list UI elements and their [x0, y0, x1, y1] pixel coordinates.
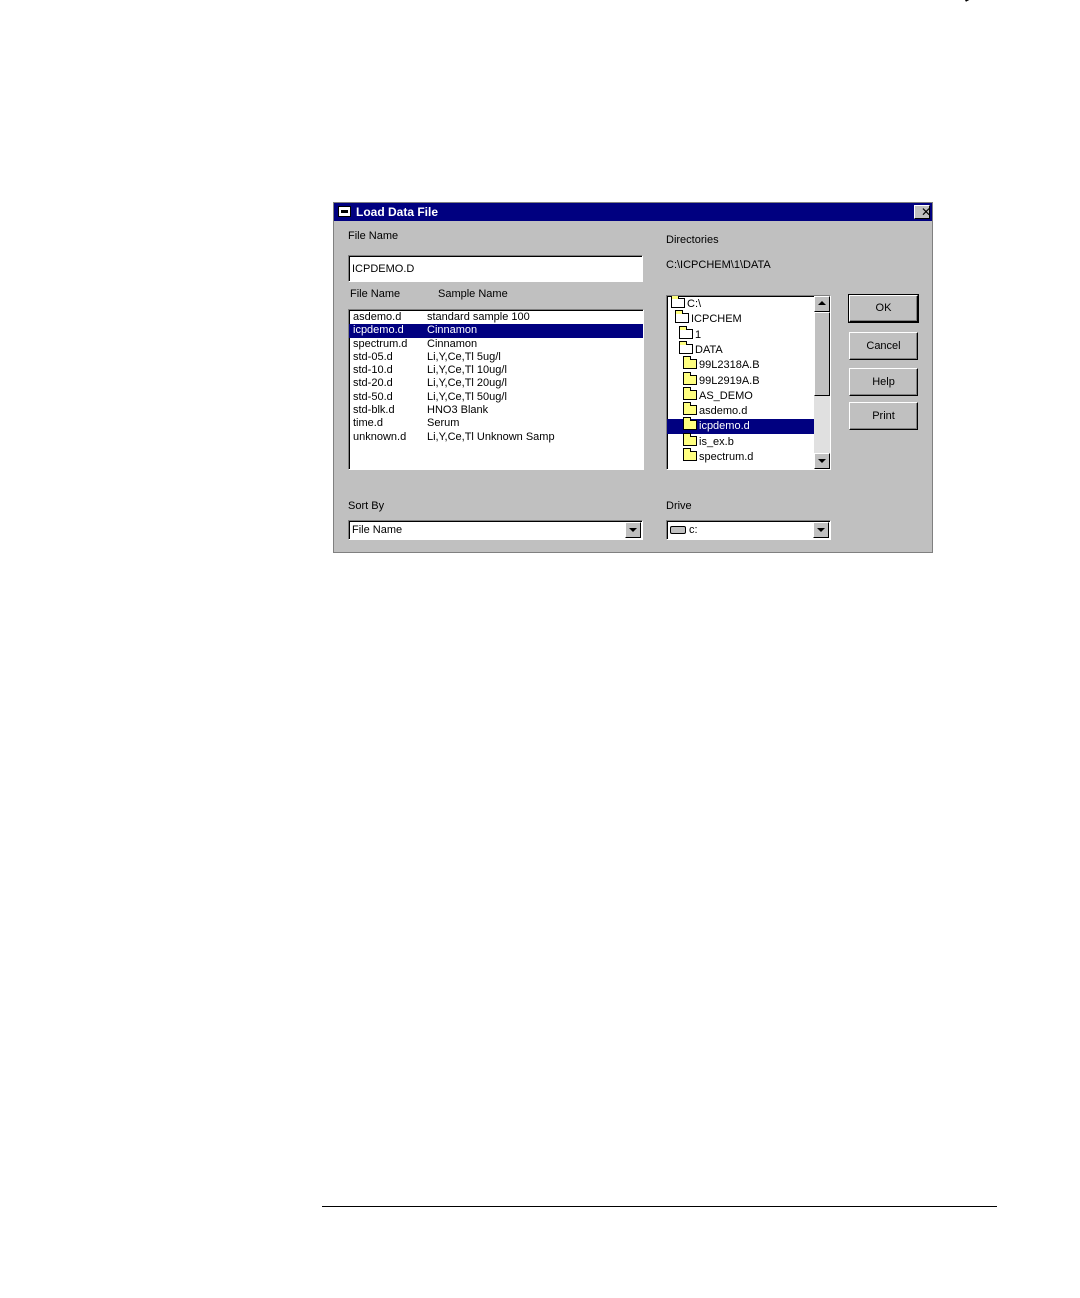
open-folder-icon	[671, 296, 685, 308]
file-name-cell: std-50.d	[353, 390, 393, 403]
sort-by-label: Sort By	[348, 500, 385, 512]
directory-item-label: 1	[695, 328, 702, 341]
dialog-title: Load Data File	[356, 205, 439, 219]
sort-by-dropdown-button[interactable]	[625, 522, 641, 538]
directory-item-label: DATA	[695, 343, 723, 356]
file-list-row[interactable]: std-20.d Li,Y,Ce,Tl 20ug/l	[349, 377, 643, 390]
file-name-cell: unknown.d	[353, 430, 407, 443]
file-list-row[interactable]: std-50.d Li,Y,Ce,Tl 50ug/l	[349, 391, 643, 404]
drive-dropdown-button[interactable]	[813, 522, 829, 538]
close-icon: ✕	[921, 205, 932, 219]
ok-button[interactable]: OK	[848, 294, 919, 323]
current-path: C:\ICPCHEM\1\DATA	[666, 259, 771, 271]
scroll-thumb[interactable]	[814, 312, 830, 396]
folder-icon	[683, 432, 697, 446]
sample-name-cell: Li,Y,Ce,Tl 5ug/l	[427, 350, 501, 363]
file-list-header-sample-name: Sample Name	[438, 288, 508, 300]
sort-by-select[interactable]: File Name	[348, 520, 643, 540]
sample-name-cell: standard sample 100	[427, 311, 530, 323]
file-name-label: File Name	[348, 230, 399, 242]
file-name-input[interactable]	[348, 255, 643, 282]
open-folder-icon	[675, 310, 689, 324]
file-list-header-file-name: File Name	[350, 288, 401, 300]
directory-tree[interactable]: C:\ ICPCHEM 1 DATA 99L2318A.B 99L2919A.B AS_DE…	[666, 295, 831, 470]
folder-icon	[683, 402, 697, 416]
file-name-cell: std-10.d	[353, 364, 393, 377]
file-name-cell: spectrum.d	[353, 337, 408, 350]
file-list-row[interactable]: asdemo.d standard sample 100	[349, 311, 643, 324]
folder-icon	[683, 371, 697, 385]
drive-select[interactable]: c:	[666, 520, 831, 540]
directory-item-label: icpdemo.d	[699, 420, 750, 433]
file-list-row[interactable]: std-05.d Li,Y,Ce,Tl 5ug/l	[349, 351, 643, 364]
sort-by-value: File Name	[352, 524, 403, 536]
drive-icon	[670, 526, 686, 534]
page-corner-line	[965, 0, 1064, 2]
directory-item[interactable]: ICPCHEM	[667, 310, 814, 327]
page-bottom-rule	[322, 1206, 997, 1207]
directory-item-label: 99L2919A.B	[699, 374, 760, 387]
file-list-row[interactable]: icpdemo.d Cinnamon	[349, 324, 643, 338]
close-button[interactable]: ✕	[914, 205, 932, 219]
file-name-cell: icpdemo.d	[353, 324, 404, 337]
directory-item[interactable]: spectrum.d	[667, 448, 814, 465]
sample-name-cell: Cinnamon	[427, 324, 478, 337]
directory-item-label: is_ex.b	[699, 435, 734, 448]
file-name-cell: time.d	[353, 417, 383, 430]
drive-value: c:	[689, 524, 698, 536]
cancel-button[interactable]: Cancel	[849, 332, 918, 360]
folder-icon	[683, 356, 697, 370]
directory-item-label: ICPCHEM	[691, 313, 742, 326]
folder-icon	[683, 448, 697, 461]
open-folder-icon	[679, 325, 693, 339]
file-list[interactable]: asdemo.d standard sample 100 icpdemo.d Cinn…	[348, 309, 644, 470]
help-button[interactable]: Help	[849, 368, 918, 396]
sample-name-cell: Li,Y,Ce,Tl 50ug/l	[427, 390, 507, 403]
window-icon	[338, 206, 351, 217]
file-list-row[interactable]: std-10.d Li,Y,Ce,Tl 10ug/l	[349, 364, 643, 377]
directory-item-label: 99L2318A.B	[699, 359, 760, 372]
directory-item[interactable]: 1	[667, 325, 814, 343]
scroll-up-button[interactable]	[814, 296, 830, 312]
print-button[interactable]: Print	[849, 402, 918, 430]
load-data-file-dialog: Load Data File ✕ File Name File Name Sam…	[333, 202, 933, 553]
file-name-cell: std-05.d	[353, 350, 393, 363]
folder-icon	[683, 417, 697, 431]
file-list-row[interactable]: spectrum.d Cinnamon	[349, 338, 643, 351]
drive-value-wrap: c:	[670, 521, 698, 539]
sample-name-cell: HNO3 Blank	[427, 404, 489, 417]
open-folder-icon	[679, 340, 693, 354]
directory-item-label: C:\	[687, 298, 702, 310]
sample-name-cell: Cinnamon	[427, 337, 478, 350]
directory-item[interactable]: C:\	[667, 296, 814, 312]
scroll-down-button[interactable]	[814, 453, 830, 469]
directory-item-label: asdemo.d	[699, 405, 748, 418]
title-bar: Load Data File ✕	[334, 203, 932, 221]
sample-name-cell: Serum	[427, 417, 460, 430]
file-list-row[interactable]: time.d Serum	[349, 417, 643, 430]
directory-scrollbar[interactable]	[814, 296, 830, 469]
sample-name-cell: Li,Y,Ce,Tl Unknown Samp	[427, 430, 555, 443]
folder-icon	[683, 386, 697, 400]
directory-item-label: AS_DEMO	[699, 389, 753, 402]
directory-item-label: spectrum.d	[699, 451, 754, 463]
file-list-row[interactable]: unknown.d Li,Y,Ce,Tl Unknown Samp	[349, 431, 643, 444]
drive-label: Drive	[666, 500, 692, 512]
directories-label: Directories	[666, 234, 719, 246]
file-name-cell: std-blk.d	[353, 404, 395, 417]
file-name-cell: std-20.d	[353, 377, 393, 390]
file-name-cell: asdemo.d	[353, 311, 402, 323]
sample-name-cell: Li,Y,Ce,Tl 20ug/l	[427, 377, 507, 390]
file-list-row[interactable]: std-blk.d HNO3 Blank	[349, 404, 643, 417]
sample-name-cell: Li,Y,Ce,Tl 10ug/l	[427, 364, 507, 377]
